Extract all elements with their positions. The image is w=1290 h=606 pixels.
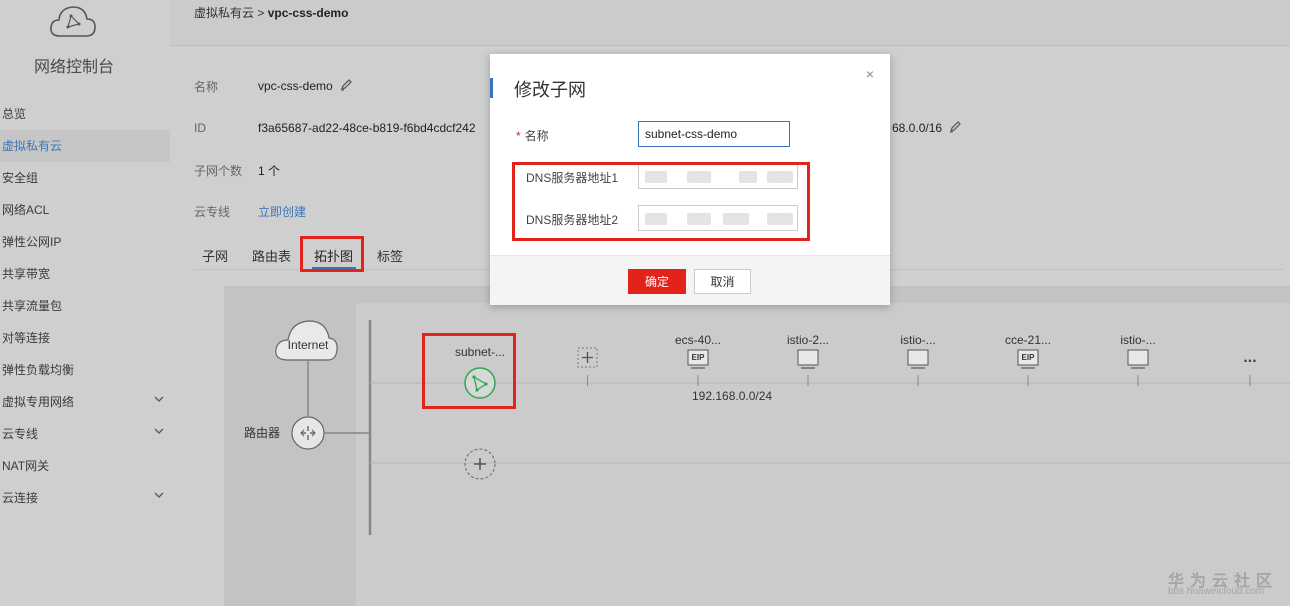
chevron-down-icon[interactable]: [154, 482, 164, 514]
console-title: 网络控制台: [33, 59, 114, 76]
router-label: 路由器: [244, 425, 280, 440]
instance-node[interactable]: istio-2...: [787, 333, 829, 386]
sidebar-item-label: NAT网关: [2, 459, 50, 473]
sidebar-item[interactable]: 虚拟专用网络: [0, 386, 170, 418]
instance-node[interactable]: ecs-40... EIP: [675, 333, 721, 386]
add-subnet-icon[interactable]: [464, 448, 496, 480]
eip-badge: EIP: [692, 353, 706, 362]
subnet-name-label: * 名称: [516, 127, 549, 144]
instance-label: ecs-40...: [675, 333, 721, 347]
annotation-box-dns: [512, 162, 810, 241]
sidebar-item[interactable]: 安全组: [0, 162, 170, 194]
sidebar-item[interactable]: 弹性负载均衡: [0, 354, 170, 386]
instance-label: istio-...: [1120, 333, 1155, 347]
sidebar-item-label: 弹性负载均衡: [2, 363, 75, 377]
instance-node[interactable]: cce-21... EIP: [1005, 333, 1051, 386]
router-icon[interactable]: [291, 416, 325, 450]
server-icon: [1127, 349, 1149, 369]
sidebar-item-label: 对等连接: [2, 331, 51, 345]
sidebar-item[interactable]: 云专线: [0, 418, 170, 450]
sidebar-item[interactable]: 总览: [0, 98, 170, 130]
required-mark: *: [516, 129, 521, 143]
server-icon: [907, 349, 929, 369]
sidebar-item[interactable]: 网络ACL: [0, 194, 170, 226]
dialog-title: 修改子网: [514, 80, 586, 100]
watermark-url: bbs.huaweicloud.com: [1168, 586, 1265, 597]
sidebar-item-label: 云专线: [2, 427, 39, 441]
sidebar-item-label: 总览: [2, 107, 27, 121]
sidebar-item-label: 共享带宽: [2, 267, 51, 281]
sidebar-item-label: 云连接: [2, 491, 39, 505]
sidebar-item[interactable]: 对等连接: [0, 322, 170, 354]
annotation-box-subnet: [422, 333, 516, 409]
instance-label: istio-2...: [787, 333, 829, 347]
sidebar-item[interactable]: 云连接: [0, 482, 170, 514]
sidebar-item-label: 弹性公网IP: [2, 235, 62, 249]
server-icon: [797, 349, 819, 369]
cancel-button[interactable]: 取消: [694, 269, 751, 294]
sidebar-item-label: 虚拟私有云: [2, 139, 63, 153]
instance-list: ecs-40... EIP istio-2... istio-... cce-21...…: [675, 333, 1156, 386]
sidebar-item-label: 网络ACL: [2, 203, 50, 217]
sidebar-item[interactable]: NAT网关: [0, 450, 170, 482]
dialog-footer: 确定 取消: [490, 255, 890, 305]
instance-label: istio-...: [900, 333, 935, 347]
dialog-title-accent: [490, 78, 493, 98]
confirm-button[interactable]: 确定: [628, 269, 686, 294]
subnet-name-label-text: 名称: [524, 129, 549, 143]
sidebar-item[interactable]: 共享带宽: [0, 258, 170, 290]
sidebar-item-label: 安全组: [2, 171, 39, 185]
chevron-down-icon[interactable]: [154, 418, 164, 450]
close-icon[interactable]: ×: [866, 66, 874, 82]
sidebar-item-label: 虚拟专用网络: [2, 395, 75, 409]
chevron-down-icon[interactable]: [154, 386, 164, 418]
network-console-logo-icon: [48, 2, 98, 42]
sidebar: 网络控制台 总览虚拟私有云安全组网络ACL 弹性公网IP 共享带宽共享流量包对等连接…: [0, 0, 170, 606]
sidebar-item[interactable]: 弹性公网IP: [0, 226, 170, 258]
sidebar-item[interactable]: 虚拟私有云: [0, 130, 170, 162]
subnet-cidr: 192.168.0.0/24: [692, 389, 772, 403]
add-instance-icon[interactable]: [577, 347, 598, 368]
more-instances[interactable]: ...: [1243, 349, 1256, 366]
subnet-name-input[interactable]: [638, 121, 790, 147]
sidebar-item-label: 共享流量包: [2, 299, 63, 313]
internet-label: Internet: [288, 338, 329, 352]
instance-label: cce-21...: [1005, 333, 1051, 347]
instance-node[interactable]: istio-...: [1120, 333, 1156, 386]
sidebar-item[interactable]: 共享流量包: [0, 290, 170, 322]
edit-subnet-dialog: 修改子网 × *名称 DNS服务器地址1 DNS服务器地址2 确定 取消: [490, 54, 890, 305]
instance-node[interactable]: istio-...: [900, 333, 936, 386]
eip-badge: EIP: [1022, 353, 1036, 362]
